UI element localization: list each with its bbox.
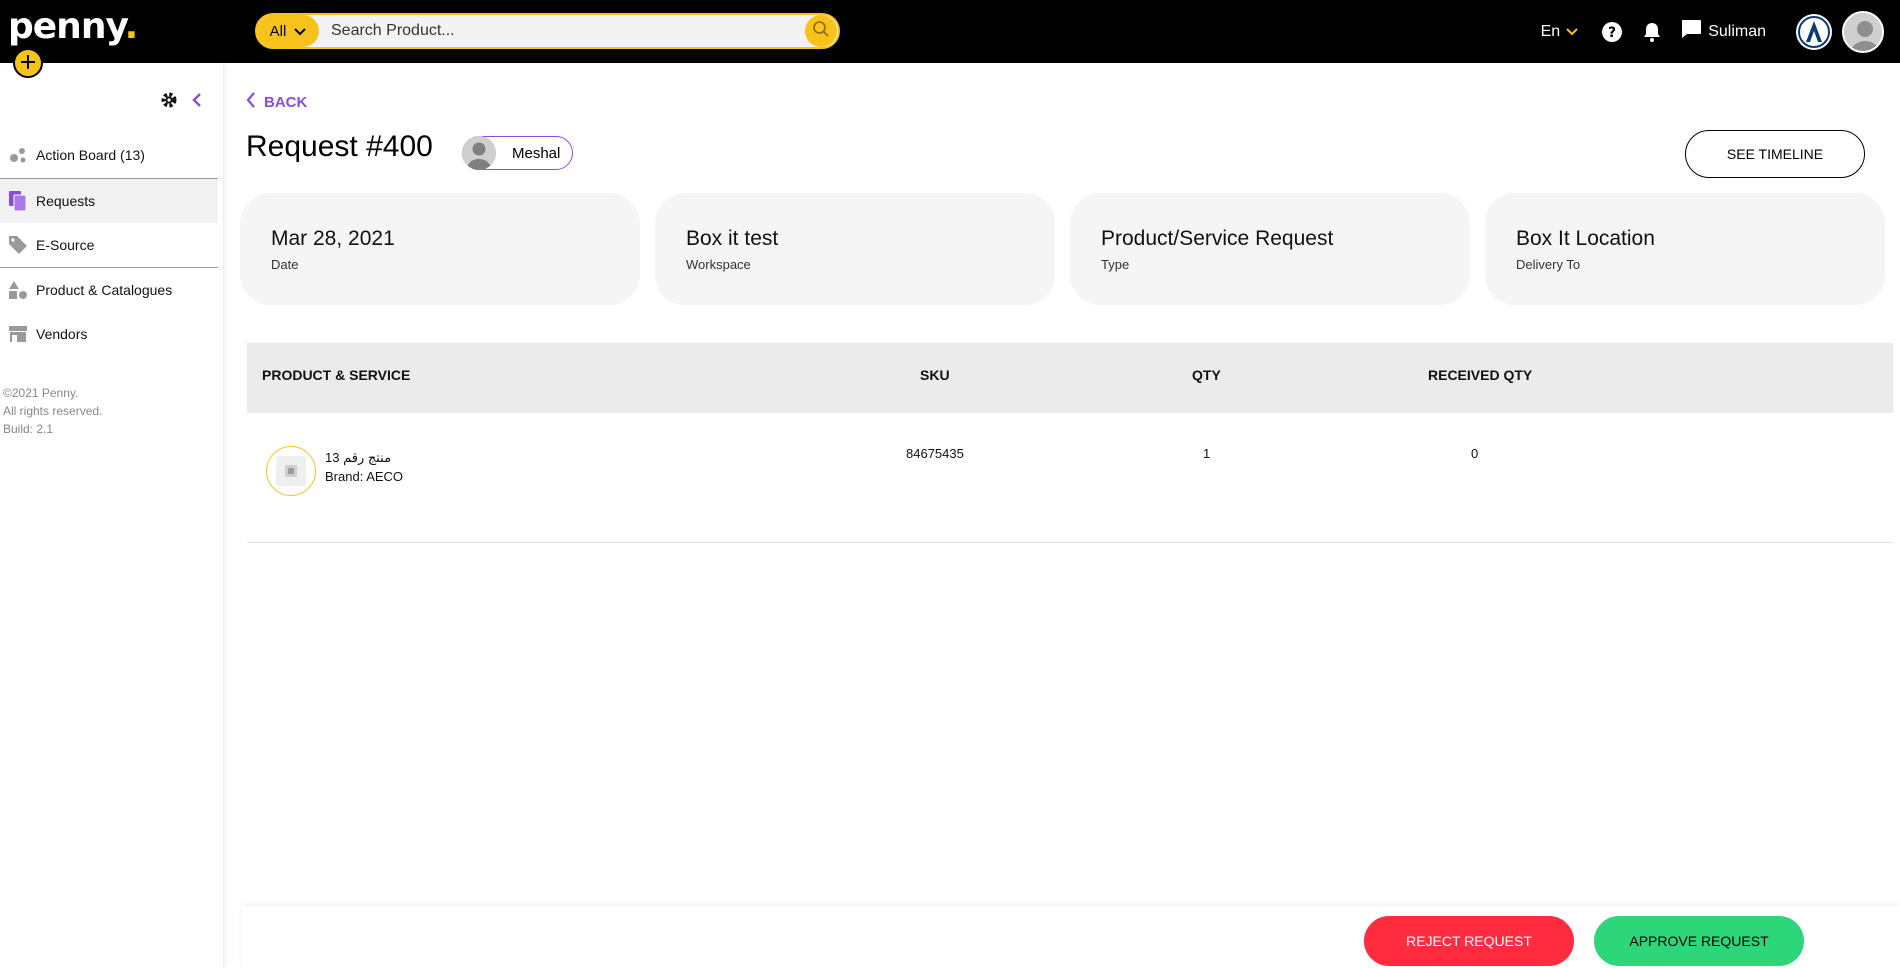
chevron-left-icon [246, 92, 256, 112]
page-title: Request #400 [246, 130, 433, 163]
column-header-product: PRODUCT & SERVICE [262, 367, 411, 383]
product-image-icon [276, 456, 306, 486]
gear-icon[interactable] [160, 91, 178, 114]
requester-chip[interactable]: Meshal [462, 136, 573, 170]
product-brand: Brand: AECO [325, 469, 404, 484]
sidebar-item-e-source[interactable]: E-Source [0, 223, 218, 267]
items-table: PRODUCT & SERVICE SKU QTY RECEIVED QTY م… [247, 343, 1893, 543]
search-category-select[interactable]: All [257, 15, 319, 47]
delivery-value: Box It Location [1516, 227, 1655, 250]
sidebar: Action Board (13) Requests E-Source Prod… [0, 63, 224, 968]
requester-name: Meshal [512, 144, 561, 162]
reject-request-button[interactable]: REJECT REQUEST [1364, 916, 1574, 966]
sidebar-item-label: Action Board (13) [36, 147, 145, 163]
shapes-icon [0, 280, 36, 300]
help-icon[interactable]: ? [1600, 20, 1624, 44]
search-input[interactable] [319, 15, 805, 47]
type-label: Type [1101, 257, 1130, 272]
type-value: Product/Service Request [1101, 227, 1334, 250]
copyright-text: ©2021 Penny. [3, 386, 79, 400]
date-label: Date [271, 257, 299, 272]
requester-avatar [462, 136, 496, 170]
date-value: Mar 28, 2021 [271, 227, 395, 250]
date-card: Mar 28, 2021 Date [240, 193, 640, 305]
search-bar: All [255, 13, 840, 49]
avatar[interactable] [1842, 10, 1884, 53]
store-icon [0, 325, 36, 343]
tag-icon [0, 235, 36, 255]
product-qty: 1 [1203, 446, 1211, 461]
rights-text: All rights reserved. [3, 404, 103, 418]
back-label: BACK [264, 93, 308, 111]
table-row[interactable]: منتج رقم 13 Brand: AECO 84675435 1 0 [247, 413, 1893, 543]
user-name: Suliman [1708, 22, 1766, 40]
product-received-qty: 0 [1471, 446, 1479, 461]
action-board-icon [0, 146, 36, 164]
table-header: PRODUCT & SERVICE SKU QTY RECEIVED QTY [247, 343, 1893, 413]
search-icon [812, 20, 830, 43]
sidebar-item-label: Vendors [36, 326, 88, 342]
bell-icon[interactable] [1640, 20, 1664, 44]
see-timeline-button[interactable]: SEE TIMELINE [1685, 130, 1865, 178]
delivery-label: Delivery To [1516, 257, 1581, 272]
delivery-card: Box It Location Delivery To [1485, 193, 1885, 305]
chevron-down-icon [1566, 23, 1578, 41]
workspace-label: Workspace [686, 257, 751, 272]
search-category-label: All [269, 22, 287, 40]
type-card: Product/Service Request Type [1070, 193, 1470, 305]
sidebar-item-action-board[interactable]: Action Board (13) [0, 133, 218, 177]
column-header-received-qty: RECEIVED QTY [1428, 367, 1533, 383]
sidebar-item-label: Product & Catalogues [36, 282, 173, 298]
workspace-value: Box it test [686, 227, 779, 250]
plus-icon [20, 51, 36, 75]
svg-text:?: ? [1608, 25, 1616, 41]
sidebar-item-vendors[interactable]: Vendors [0, 312, 218, 356]
sidebar-item-requests[interactable]: Requests [0, 179, 218, 223]
penny-logo[interactable]: penny. [8, 6, 138, 47]
search-button[interactable] [805, 15, 837, 47]
collapse-sidebar-icon[interactable] [192, 93, 202, 112]
sidebar-item-label: Requests [36, 193, 96, 209]
company-logo[interactable] [1796, 13, 1832, 50]
column-header-sku: SKU [920, 367, 950, 383]
approve-request-button[interactable]: APPROVE REQUEST [1594, 916, 1804, 966]
add-button[interactable] [13, 48, 43, 78]
back-link[interactable]: BACK [246, 92, 307, 112]
requests-icon [0, 190, 36, 212]
language-label: En [1540, 22, 1561, 40]
chevron-down-icon [294, 23, 307, 40]
product-name: منتج رقم 13 [325, 450, 392, 465]
product-sku: 84675435 [906, 446, 964, 461]
top-bar: penny. All En ? [0, 0, 1900, 63]
chat-button[interactable]: Suliman [1680, 19, 1766, 44]
column-header-qty: QTY [1192, 367, 1221, 383]
language-select[interactable]: En [1541, 23, 1579, 41]
workspace-card: Box it test Workspace [655, 193, 1055, 305]
chat-icon [1680, 19, 1702, 44]
action-bar: REJECT REQUEST APPROVE REQUEST [242, 906, 1900, 968]
product-thumbnail [266, 446, 316, 496]
request-summary-cards: Mar 28, 2021 Date Box it test Workspace … [240, 193, 1885, 305]
sidebar-footer: ©2021 Penny. All rights reserved. Build:… [3, 384, 102, 438]
sidebar-item-label: E-Source [36, 237, 95, 253]
sidebar-item-product-catalogues[interactable]: Product & Catalogues [0, 268, 218, 312]
build-text: Build: 2.1 [3, 422, 54, 436]
